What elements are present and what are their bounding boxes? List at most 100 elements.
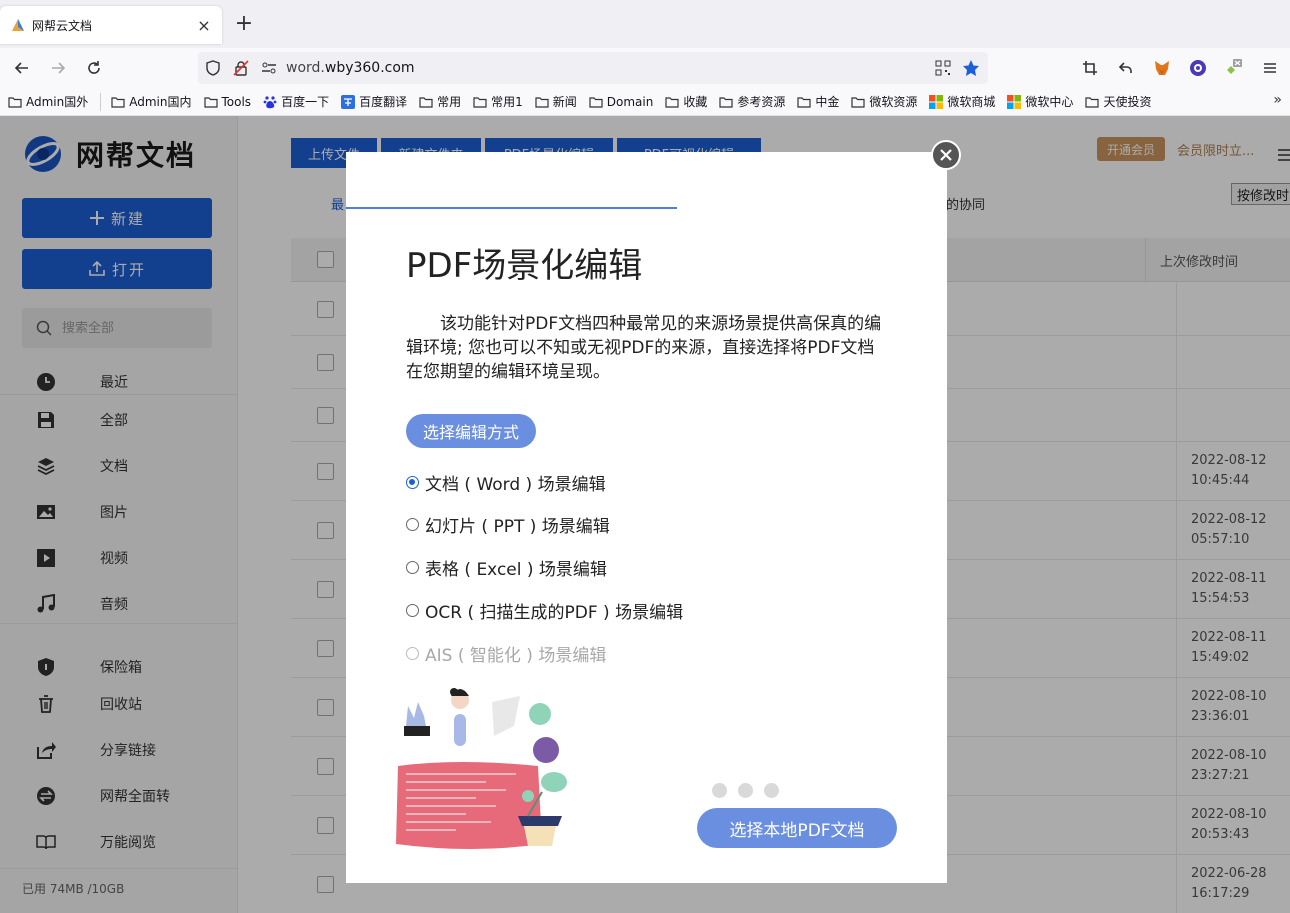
- bookmark-item[interactable]: 百度一下: [263, 93, 329, 110]
- bookmark-item[interactable]: Admin国外: [8, 93, 88, 110]
- modal-title: PDF场景化编辑: [406, 246, 643, 286]
- edit-mode-option-label: AIS ( 智能化 ) 场景编辑: [425, 646, 607, 666]
- bookmark-star-icon[interactable]: [960, 57, 982, 79]
- bookmark-item[interactable]: 参考资源: [719, 93, 785, 110]
- bookmark-label: Domain: [606, 94, 654, 109]
- back-icon[interactable]: [10, 56, 34, 80]
- bookmark-item[interactable]: 微软商城: [929, 93, 995, 110]
- new-tab-button[interactable]: +: [232, 12, 256, 36]
- close-icon[interactable]: [931, 140, 961, 170]
- folder-icon: [473, 96, 491, 108]
- bookmark-item[interactable]: 微软中心: [1007, 93, 1073, 110]
- address-bar[interactable]: word.wby360.com: [198, 52, 988, 84]
- carousel-dot[interactable]: [764, 783, 779, 798]
- bookmark-label: 常用1: [491, 95, 523, 109]
- tab-close-icon[interactable]: ×: [196, 16, 212, 35]
- bookmark-label: 收藏: [683, 95, 708, 109]
- bookmark-label: 参考资源: [737, 95, 786, 109]
- translate-icon: [341, 94, 359, 109]
- windows-icon: [929, 94, 947, 109]
- menu-icon[interactable]: [1258, 56, 1282, 80]
- folder-icon: [589, 96, 607, 108]
- radio-unchecked-icon[interactable]: [406, 604, 419, 617]
- bookmark-label: 百度一下: [281, 95, 330, 109]
- tab-title: 网帮云文档: [32, 18, 93, 33]
- edit-mode-option[interactable]: OCR ( 扫描生成的PDF ) 场景编辑: [406, 598, 683, 623]
- bookmark-label: Tools: [221, 94, 252, 109]
- forward-icon[interactable]: [46, 56, 70, 80]
- bookmark-label: 天使投资: [1103, 95, 1152, 109]
- radio-unchecked-icon[interactable]: [406, 561, 419, 574]
- browser-tab[interactable]: 网帮云文档 ×: [0, 6, 222, 44]
- metamask-extension-icon[interactable]: [1150, 56, 1174, 80]
- radio-unchecked-icon[interactable]: [406, 518, 419, 531]
- extension-badge-icon[interactable]: [1222, 56, 1246, 80]
- bookmark-item[interactable]: 百度翻译: [341, 93, 407, 110]
- url-prefix: word.: [286, 60, 325, 76]
- bookmark-label: 微软资源: [869, 95, 918, 109]
- url-text[interactable]: word.wby360.com: [286, 60, 415, 76]
- bookmark-item[interactable]: 中金: [797, 93, 839, 110]
- radio-unchecked-icon: [406, 647, 419, 660]
- permissions-icon[interactable]: [258, 57, 280, 79]
- screenshot-icon[interactable]: [1078, 56, 1102, 80]
- folder-icon: [8, 96, 26, 108]
- bookmark-item[interactable]: Tools: [203, 94, 252, 109]
- edit-mode-option[interactable]: 表格 ( Excel ) 场景编辑: [406, 555, 607, 580]
- bookmark-label: Admin国外: [26, 95, 89, 109]
- bookmark-item[interactable]: 常用1: [473, 93, 523, 110]
- reload-icon[interactable]: [82, 56, 106, 80]
- folder-icon: [797, 96, 815, 108]
- folder-icon: [419, 96, 437, 108]
- bookmark-label: 中金: [815, 95, 840, 109]
- extension-circle-icon[interactable]: [1186, 56, 1210, 80]
- illustration-icon: [396, 688, 567, 849]
- bookmark-item[interactable]: Admin国内: [111, 93, 192, 110]
- edit-mode-option: AIS ( 智能化 ) 场景编辑: [406, 641, 606, 666]
- bookmark-item[interactable]: 收藏: [665, 93, 707, 110]
- folder-icon: [719, 96, 737, 108]
- insecure-lock-icon[interactable]: [230, 57, 252, 79]
- folder-icon: [111, 96, 129, 108]
- pdf-scene-edit-dialog: PDF场景化编辑 该功能针对PDF文档四种最常见的来源场景提供高保真的编辑环境;…: [346, 152, 947, 883]
- radio-checked-icon[interactable]: [406, 476, 419, 489]
- edit-mode-option-label: 文档 ( Word ) 场景编辑: [425, 475, 606, 495]
- windows-icon: [1007, 94, 1025, 109]
- modal-description: 该功能针对PDF文档四种最常见的来源场景提供高保真的编辑环境; 您也可以不知或无…: [406, 314, 882, 382]
- tracking-shield-icon[interactable]: [202, 57, 224, 79]
- bookmarks-toolbar: Admin国外 Admin国内 Tools 百度一下 百度翻译 常用 常用1 新闻 Domain…: [0, 88, 1290, 116]
- folder-icon: [851, 96, 869, 108]
- baidu-icon: [263, 95, 281, 109]
- folder-icon: [535, 96, 553, 108]
- folder-icon: [203, 96, 222, 108]
- folder-icon: [665, 96, 683, 108]
- qr-code-icon[interactable]: [932, 57, 954, 79]
- bookmark-separator: [100, 92, 102, 111]
- bookmark-label: 百度翻译: [359, 95, 408, 109]
- carousel-dots: [712, 783, 779, 798]
- browser-nav-bar: word.wby360.com: [0, 48, 1290, 88]
- choose-local-pdf-button[interactable]: 选择本地PDF文档: [697, 808, 897, 848]
- bookmark-label: 微软中心: [1025, 95, 1074, 109]
- bookmark-label: Admin国内: [129, 95, 192, 109]
- carousel-dot[interactable]: [712, 783, 727, 798]
- undo-close-tab-icon[interactable]: [1114, 56, 1138, 80]
- url-host: wby360.com: [324, 60, 415, 76]
- edit-mode-option[interactable]: 文档 ( Word ) 场景编辑: [406, 470, 606, 495]
- folder-icon: [1085, 96, 1103, 108]
- edit-mode-option[interactable]: 幻灯片 ( PPT ) 场景编辑: [406, 512, 610, 537]
- modal-progress-line: [346, 207, 677, 209]
- bookmarks-more-icon[interactable]: »: [1273, 92, 1282, 108]
- browser-tab-strip: 网帮云文档 × +: [0, 0, 1290, 48]
- carousel-dot[interactable]: [738, 783, 753, 798]
- bookmark-item[interactable]: Domain: [589, 94, 654, 109]
- bookmark-item[interactable]: 常用: [419, 93, 461, 110]
- edit-mode-label: 选择编辑方式: [406, 414, 536, 448]
- bookmark-item[interactable]: 微软资源: [851, 93, 917, 110]
- bookmark-item[interactable]: 新闻: [535, 93, 577, 110]
- edit-mode-option-label: 表格 ( Excel ) 场景编辑: [425, 560, 607, 580]
- site-favicon-icon: [12, 19, 24, 31]
- bookmark-label: 常用: [437, 95, 462, 109]
- edit-mode-option-label: 幻灯片 ( PPT ) 场景编辑: [425, 517, 610, 537]
- bookmark-item[interactable]: 天使投资: [1085, 93, 1151, 110]
